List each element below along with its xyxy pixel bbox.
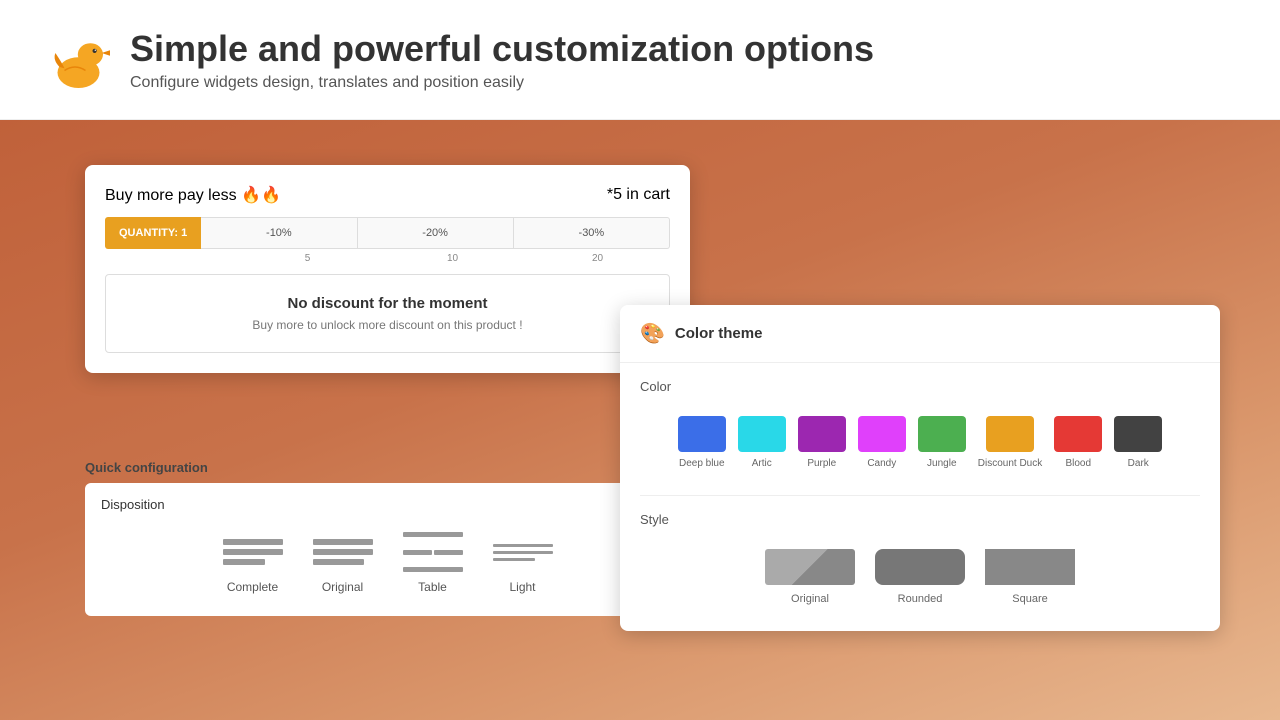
- quick-config: Quick configuration Disposition Complete: [85, 460, 690, 616]
- color-item-artic[interactable]: Artic: [738, 416, 786, 469]
- bar: [434, 550, 463, 555]
- segment-30: -30%: [514, 217, 670, 249]
- color-swatch: [1054, 416, 1102, 452]
- color-theme-panel: 🎨 Color theme Color Deep blue Artic Purple…: [620, 305, 1220, 631]
- bar: [223, 559, 265, 565]
- header: Simple and powerful customization option…: [0, 0, 1280, 120]
- color-name: Purple: [807, 458, 836, 469]
- segment-10: -10%: [201, 217, 357, 249]
- color-name: Blood: [1065, 458, 1091, 469]
- quantity-numbers: 5 10 20: [105, 253, 670, 264]
- color-swatch: [678, 416, 726, 452]
- quantity-bar: QUANTITY: 1 -10% -20% -30%: [105, 217, 670, 249]
- complete-label: Complete: [227, 580, 278, 594]
- bar: [223, 539, 283, 545]
- duck-logo: [40, 25, 110, 95]
- color-name: Dark: [1128, 458, 1149, 469]
- disposition-label: Disposition: [101, 497, 674, 512]
- bar: [313, 539, 373, 545]
- color-item-blood[interactable]: Blood: [1054, 416, 1102, 469]
- disposition-table[interactable]: Table: [403, 532, 463, 594]
- style-rounded-swatch: [875, 549, 965, 585]
- color-item-deep-blue[interactable]: Deep blue: [678, 416, 726, 469]
- original-disp-icon: [313, 532, 373, 572]
- panel-body: Color Deep blue Artic Purple Candy Jungle Dis…: [620, 363, 1220, 631]
- original-label: Original: [322, 580, 363, 594]
- in-cart-label: *5 in cart: [607, 186, 670, 204]
- color-swatch: [858, 416, 906, 452]
- color-name: Artic: [752, 458, 772, 469]
- bar: [403, 550, 432, 555]
- style-square-swatch: [985, 549, 1075, 585]
- style-square-label: Square: [1012, 593, 1047, 605]
- disposition-light[interactable]: Light: [493, 532, 553, 594]
- no-discount-title: No discount for the moment: [126, 295, 649, 312]
- panel-title: Color theme: [675, 325, 763, 342]
- widget-panel: Buy more pay less 🔥🔥 *5 in cart QUANTITY…: [85, 165, 690, 373]
- color-name: Jungle: [927, 458, 956, 469]
- table-label: Table: [418, 580, 447, 594]
- color-name: Candy: [867, 458, 896, 469]
- style-original-label: Original: [791, 593, 829, 605]
- color-swatch: [986, 416, 1034, 452]
- bar: [403, 567, 463, 572]
- quick-config-label: Quick configuration: [85, 460, 690, 475]
- bar: [223, 549, 283, 555]
- bar: [493, 544, 553, 547]
- panel-header: 🎨 Color theme: [620, 305, 1220, 363]
- bar: [403, 532, 463, 537]
- color-options: Deep blue Artic Purple Candy Jungle Discount …: [640, 406, 1200, 479]
- light-label: Light: [509, 580, 535, 594]
- color-item-dark[interactable]: Dark: [1114, 416, 1162, 469]
- disposition-complete[interactable]: Complete: [223, 532, 283, 594]
- page-title: Simple and powerful customization option…: [130, 28, 874, 70]
- style-original[interactable]: Original: [765, 549, 855, 605]
- buy-more-label: Buy more pay less 🔥🔥: [105, 185, 281, 205]
- header-text: Simple and powerful customization option…: [130, 28, 874, 92]
- qty-num-5: 5: [235, 253, 380, 264]
- disposition-original[interactable]: Original: [313, 532, 373, 594]
- qty-num-20: 20: [525, 253, 670, 264]
- palette-icon: 🎨: [640, 321, 665, 346]
- no-discount-subtitle: Buy more to unlock more discount on this…: [126, 318, 649, 332]
- segment-20: -20%: [358, 217, 514, 249]
- bar: [313, 559, 364, 565]
- page-subtitle: Configure widgets design, translates and…: [130, 74, 874, 92]
- color-name: Deep blue: [679, 458, 725, 469]
- bar: [493, 558, 535, 561]
- color-swatch: [918, 416, 966, 452]
- disposition-panel: Disposition Complete: [85, 483, 690, 616]
- disposition-options: Complete Original: [101, 524, 674, 602]
- style-options: Original Rounded Square: [640, 539, 1200, 615]
- color-item-purple[interactable]: Purple: [798, 416, 846, 469]
- color-item-candy[interactable]: Candy: [858, 416, 906, 469]
- bar: [493, 551, 553, 554]
- widget-top-bar: Buy more pay less 🔥🔥 *5 in cart: [105, 185, 670, 205]
- color-item-discount-duck[interactable]: Discount Duck: [978, 416, 1042, 469]
- light-disp-icon: [493, 532, 553, 572]
- style-square[interactable]: Square: [985, 549, 1075, 605]
- color-swatch: [738, 416, 786, 452]
- bar: [313, 549, 373, 555]
- style-original-swatch: [765, 549, 855, 585]
- color-swatch: [798, 416, 846, 452]
- style-rounded[interactable]: Rounded: [875, 549, 965, 605]
- table-disp-icon: [403, 532, 463, 572]
- main-area: Buy more pay less 🔥🔥 *5 in cart QUANTITY…: [0, 120, 1280, 720]
- quantity-label: QUANTITY: 1: [105, 217, 201, 249]
- color-item-jungle[interactable]: Jungle: [918, 416, 966, 469]
- color-section-label: Color: [640, 379, 1200, 394]
- divider: [640, 495, 1200, 496]
- discount-box: No discount for the moment Buy more to u…: [105, 274, 670, 353]
- qty-num-10: 10: [380, 253, 525, 264]
- complete-icon: [223, 532, 283, 572]
- color-name: Discount Duck: [978, 458, 1042, 469]
- color-swatch: [1114, 416, 1162, 452]
- style-section-label: Style: [640, 512, 1200, 527]
- style-rounded-label: Rounded: [898, 593, 943, 605]
